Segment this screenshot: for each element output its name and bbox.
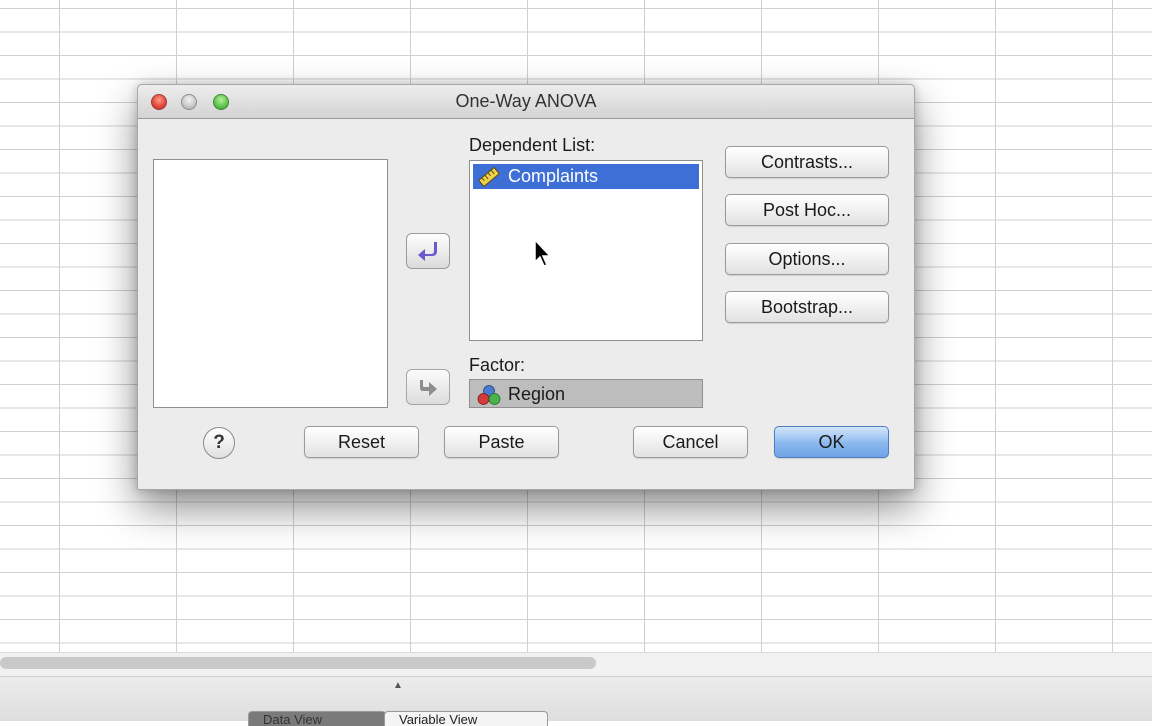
move-factor-button[interactable]: [406, 369, 450, 405]
help-button[interactable]: ?: [203, 427, 235, 459]
one-way-anova-dialog: One-Way ANOVA Dependent List: Complaints: [137, 84, 915, 490]
arrow-left-icon: [418, 242, 437, 261]
dialog-titlebar[interactable]: One-Way ANOVA: [138, 85, 914, 119]
factor-field[interactable]: Region: [469, 379, 703, 408]
source-variable-list[interactable]: [153, 159, 388, 408]
dependent-item-label: Complaints: [508, 166, 599, 186]
dependent-list[interactable]: Complaints: [469, 160, 703, 341]
tab-data-view[interactable]: Data View: [248, 711, 386, 726]
arrow-right-icon: [420, 380, 437, 396]
move-dependent-button[interactable]: [406, 233, 450, 269]
cancel-button[interactable]: Cancel: [633, 426, 748, 458]
status-bar: [0, 676, 1152, 721]
contrasts-button[interactable]: Contrasts...: [725, 146, 889, 178]
reset-button[interactable]: Reset: [304, 426, 419, 458]
scale-ruler-icon: [478, 166, 500, 188]
dialog-title: One-Way ANOVA: [455, 91, 597, 111]
tab-variable-view[interactable]: Variable View: [384, 711, 548, 726]
paste-button[interactable]: Paste: [444, 426, 559, 458]
bootstrap-button[interactable]: Bootstrap...: [725, 291, 889, 323]
mouse-cursor-icon: [534, 238, 552, 267]
horizontal-scroll-thumb[interactable]: [0, 657, 596, 669]
dependent-list-item[interactable]: Complaints: [473, 164, 699, 189]
dependent-list-label: Dependent List:: [469, 135, 596, 155]
factor-value: Region: [508, 384, 566, 404]
nominal-variable-icon: [477, 385, 501, 405]
post-hoc-button[interactable]: Post Hoc...: [725, 194, 889, 226]
ok-button[interactable]: OK: [774, 426, 889, 458]
resize-grip-icon[interactable]: ▲: [393, 680, 403, 691]
factor-label: Factor:: [469, 355, 526, 375]
options-button[interactable]: Options...: [725, 243, 889, 275]
